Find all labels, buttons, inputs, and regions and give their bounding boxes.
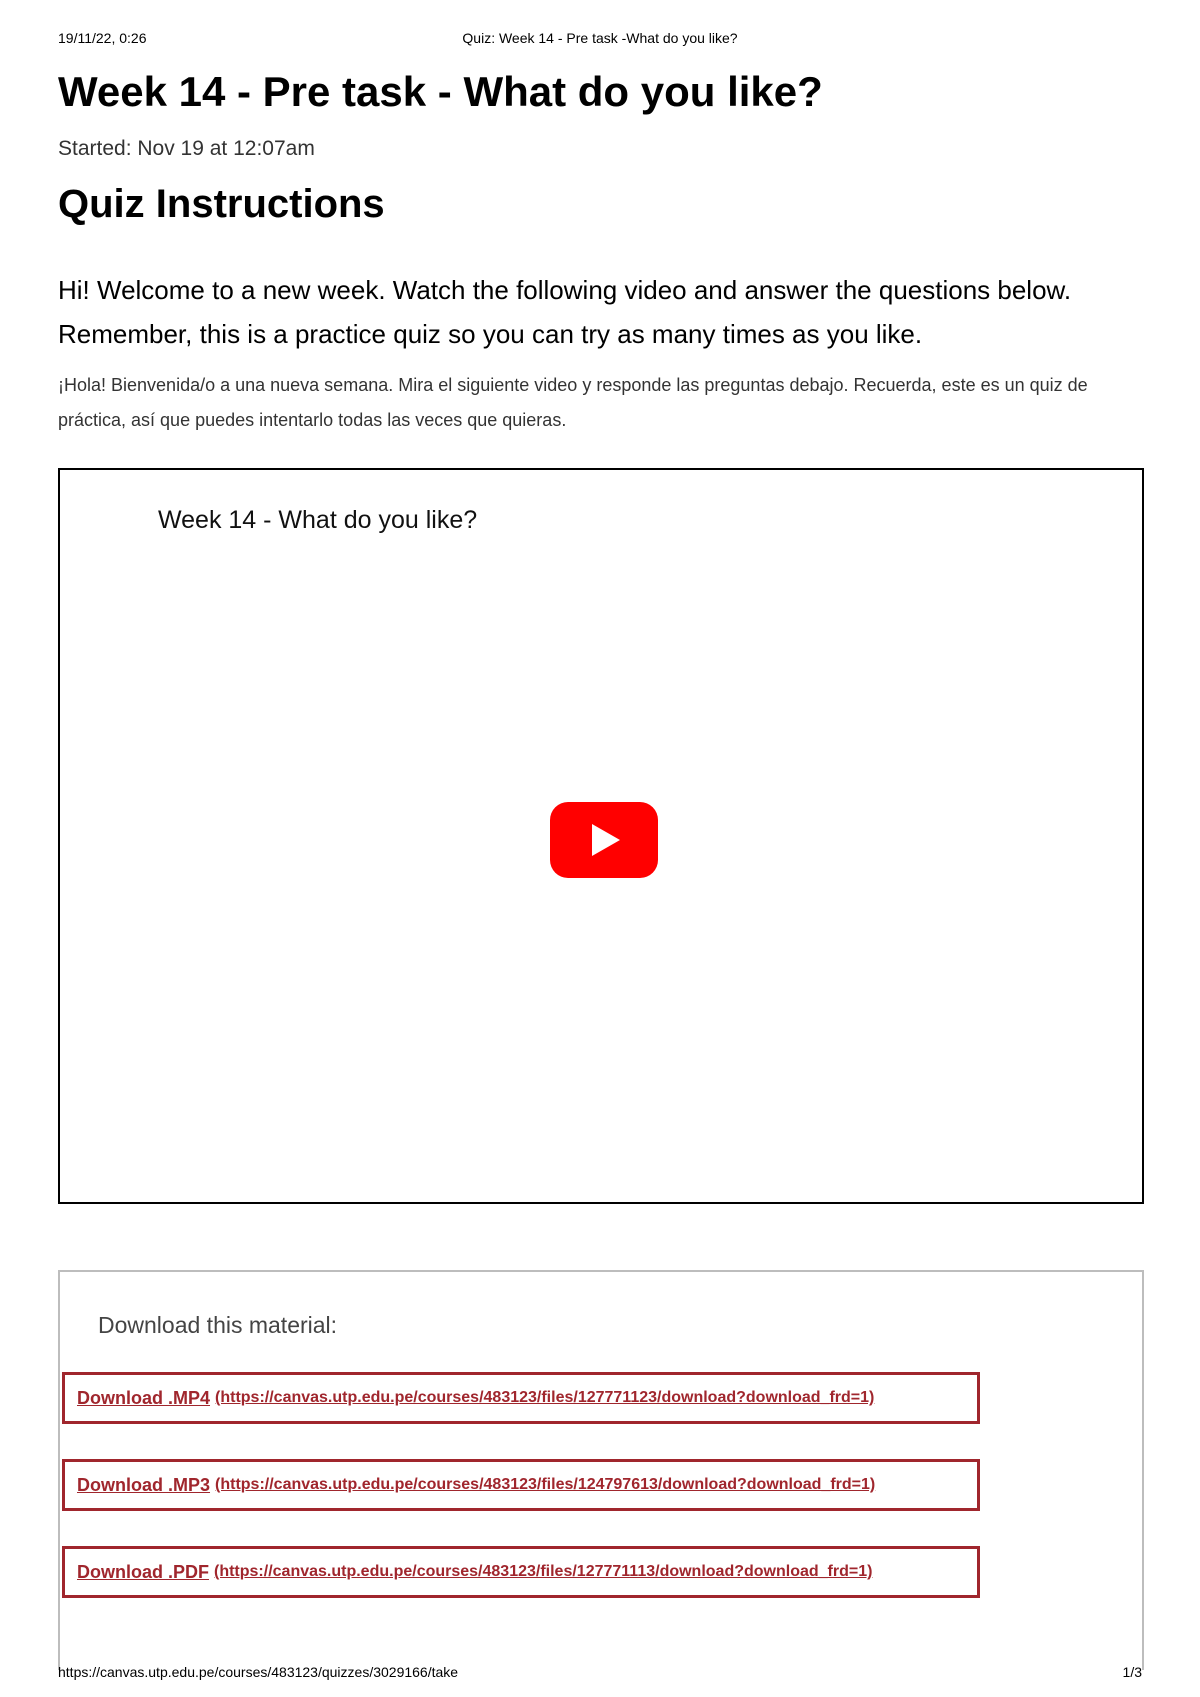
download-link-name: Download .PDF	[77, 1561, 209, 1582]
download-link-url: (https://canvas.utp.edu.pe/courses/48312…	[215, 1389, 875, 1406]
download-link-url: (https://canvas.utp.edu.pe/courses/48312…	[215, 1476, 876, 1493]
print-header: 19/11/22, 0:26 Quiz: Week 14 - Pre task …	[58, 30, 1142, 50]
page-number: 1/3	[1122, 1664, 1142, 1680]
play-button[interactable]	[550, 802, 658, 878]
play-icon	[592, 824, 620, 856]
print-footer-url: https://canvas.utp.edu.pe/courses/483123…	[58, 1664, 459, 1680]
download-link-name: Download .MP3	[77, 1474, 211, 1495]
download-link-url: (https://canvas.utp.edu.pe/courses/48312…	[214, 1563, 873, 1580]
intro-text-spanish: ¡Hola! Bienvenida/o a una nueva semana. …	[58, 375, 1088, 430]
video-title: Week 14 - What do you like?	[158, 506, 478, 534]
download-link-name: Download .MP4	[77, 1387, 211, 1408]
download-label: Download this material:	[98, 1312, 338, 1338]
download-mp3-link[interactable]: Download .MP3 (https://canvas.utp.edu.pe…	[62, 1459, 980, 1511]
download-section: Download this material: Download .MP4 (h…	[58, 1270, 1144, 1670]
intro-text-english: Hi! Welcome to a new week. Watch the fol…	[58, 275, 1072, 349]
instructions-heading: Quiz Instructions	[58, 182, 385, 226]
video-embed[interactable]: Week 14 - What do you like?	[58, 468, 1144, 1204]
print-document-title: Quiz: Week 14 - Pre task -What do you li…	[462, 30, 738, 46]
download-pdf-link[interactable]: Download .PDF (https://canvas.utp.edu.pe…	[62, 1546, 980, 1598]
download-mp4-link[interactable]: Download .MP4 (https://canvas.utp.edu.pe…	[62, 1372, 980, 1424]
started-timestamp: Started: Nov 19 at 12:07am	[58, 137, 315, 160]
quiz-content: Week 14 - Pre task - What do you like? S…	[58, 60, 1148, 438]
print-footer: https://canvas.utp.edu.pe/courses/483123…	[58, 1664, 1142, 1684]
page-title: Week 14 - Pre task - What do you like?	[58, 68, 823, 115]
